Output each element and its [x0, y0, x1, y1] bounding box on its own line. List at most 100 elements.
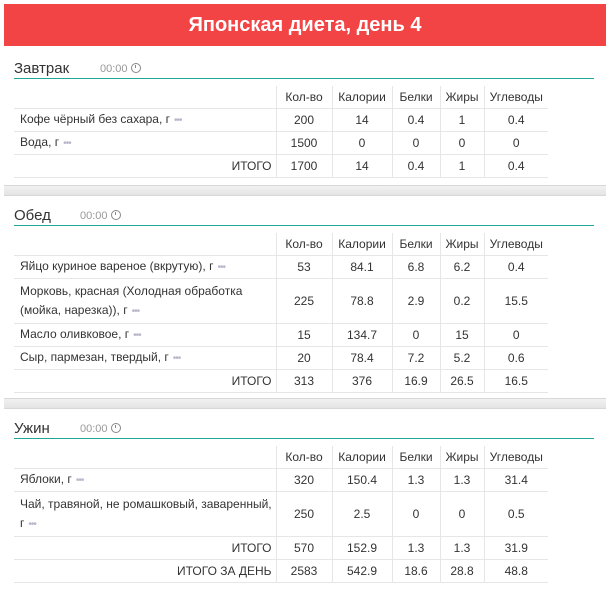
- clock-icon[interactable]: [110, 423, 121, 433]
- col-calories: Калории: [331, 86, 392, 109]
- table-row: Вода, г ••• 1500 0 0 0 0: [14, 131, 548, 155]
- meal-name: Ужин: [14, 420, 50, 437]
- col-qty: Кол-во: [275, 86, 332, 109]
- col-carbs: Углеводы: [483, 86, 548, 109]
- table-row: Яйцо куриное вареное (вкрутую), г ••• 53 …: [14, 255, 548, 279]
- total-row: ИТОГО 1700 14 0.4 1 0.4: [14, 154, 548, 178]
- qty-cell: 200: [275, 108, 332, 132]
- carbs-cell: 0.6: [483, 346, 548, 370]
- meal-time[interactable]: 00:00: [100, 63, 141, 75]
- more-dots-icon[interactable]: •••: [76, 475, 84, 486]
- more-dots-icon[interactable]: •••: [63, 138, 71, 149]
- food-name-cell: Масло оливковое, г •••: [14, 323, 276, 347]
- meal-time[interactable]: 00:00: [80, 423, 121, 435]
- carbs-cell: 0: [483, 323, 548, 347]
- more-dots-icon[interactable]: •••: [174, 115, 182, 126]
- meal-breakfast: Завтрак 00:00 Кол-во Калории Белки Жиры …: [4, 56, 606, 184]
- section-divider: [4, 398, 606, 409]
- meal-time[interactable]: 00:00: [80, 210, 121, 222]
- qty-cell: 1500: [275, 131, 332, 155]
- carbs-cell: 0.4: [483, 255, 548, 279]
- meal-dinner: Ужин 00:00 Кол-во Калории Белки Жиры Угл…: [4, 416, 606, 592]
- day-total-row: ИТОГО ЗА ДЕНЬ 2583 542.9 18.6 28.8 48.8: [14, 559, 548, 583]
- food-name[interactable]: Вода, г: [20, 135, 59, 149]
- total-protein: 0.4: [391, 154, 440, 178]
- table-row: Сыр, пармезан, твердый, г ••• 20 78.4 7.2…: [14, 346, 548, 370]
- meal-name: Завтрак: [14, 60, 70, 77]
- qty-cell: 53: [275, 255, 332, 279]
- food-name-cell: Сыр, пармезан, твердый, г •••: [14, 346, 276, 370]
- col-fat: Жиры: [439, 86, 484, 109]
- total-carbs: 16.5: [483, 369, 548, 393]
- calories-cell: 78.8: [331, 278, 392, 324]
- col-qty: Кол-во: [275, 233, 332, 256]
- total-carbs: 31.9: [483, 536, 548, 560]
- more-dots-icon[interactable]: •••: [133, 330, 141, 341]
- calories-cell: 134.7: [331, 323, 392, 347]
- total-qty: 313: [275, 369, 332, 393]
- meal-title-row: Завтрак 00:00: [14, 56, 594, 79]
- protein-cell: 1.3: [391, 468, 440, 492]
- table-header-row: Кол-во Калории Белки Жиры Углеводы: [14, 446, 548, 469]
- protein-cell: 0: [391, 491, 440, 537]
- food-name[interactable]: Сыр, пармезан, твердый, г: [20, 350, 169, 364]
- table-header-row: Кол-во Калории Белки Жиры Углеводы: [14, 86, 548, 109]
- table-row: Кофе чёрный без сахара, г ••• 200 14 0.4 …: [14, 108, 548, 132]
- col-calories: Калории: [331, 446, 392, 469]
- total-calories: 14: [331, 154, 392, 178]
- total-protein: 1.3: [391, 536, 440, 560]
- carbs-cell: 0.5: [483, 491, 548, 537]
- fat-cell: 0: [439, 491, 484, 537]
- meal-name: Обед: [14, 207, 51, 224]
- meal-time-value: 00:00: [80, 423, 108, 435]
- food-name[interactable]: Чай, травяной, не ромашковый, заваренный…: [20, 497, 272, 530]
- carbs-cell: 15.5: [483, 278, 548, 324]
- total-fat: 26.5: [439, 369, 484, 393]
- meal-table: Кол-во Калории Белки Жиры Углеводы Яйцо …: [14, 233, 548, 393]
- meal-title-row: Ужин 00:00: [14, 416, 594, 439]
- total-label: ИТОГО: [14, 536, 276, 560]
- food-name[interactable]: Яблоки, г: [20, 472, 72, 486]
- more-dots-icon[interactable]: •••: [173, 353, 181, 364]
- col-protein: Белки: [391, 446, 440, 469]
- total-calories: 152.9: [331, 536, 392, 560]
- day-total-label: ИТОГО ЗА ДЕНЬ: [14, 559, 276, 583]
- total-qty: 1700: [275, 154, 332, 178]
- food-name-cell: Чай, травяной, не ромашковый, заваренный…: [14, 491, 276, 537]
- qty-cell: 320: [275, 468, 332, 492]
- table-row: Чай, травяной, не ромашковый, заваренный…: [14, 491, 548, 537]
- more-dots-icon[interactable]: •••: [217, 262, 225, 273]
- section-divider: [4, 185, 606, 196]
- clock-icon[interactable]: [130, 63, 141, 73]
- food-name-cell: Яблоки, г •••: [14, 468, 276, 492]
- total-label: ИТОГО: [14, 154, 276, 178]
- total-calories: 376: [331, 369, 392, 393]
- fat-cell: 1: [439, 108, 484, 132]
- more-dots-icon[interactable]: •••: [132, 306, 140, 317]
- carbs-cell: 0.4: [483, 108, 548, 132]
- food-name[interactable]: Кофе чёрный без сахара, г: [20, 112, 170, 126]
- calories-cell: 150.4: [331, 468, 392, 492]
- clock-icon[interactable]: [110, 210, 121, 220]
- table-row: Яблоки, г ••• 320 150.4 1.3 1.3 31.4: [14, 468, 548, 492]
- day-total-carbs: 48.8: [483, 559, 548, 583]
- page-title: Японская диета, день 4: [4, 4, 606, 46]
- calories-cell: 84.1: [331, 255, 392, 279]
- more-dots-icon[interactable]: •••: [28, 519, 36, 530]
- col-qty: Кол-во: [275, 446, 332, 469]
- day-total-qty: 2583: [275, 559, 332, 583]
- total-carbs: 0.4: [483, 154, 548, 178]
- food-name[interactable]: Яйцо куриное вареное (вкрутую), г: [20, 259, 213, 273]
- total-fat: 1: [439, 154, 484, 178]
- food-name-cell: Вода, г •••: [14, 131, 276, 155]
- qty-cell: 225: [275, 278, 332, 324]
- protein-cell: 0.4: [391, 108, 440, 132]
- food-name[interactable]: Масло оливковое, г: [20, 327, 129, 341]
- col-fat: Жиры: [439, 233, 484, 256]
- protein-cell: 6.8: [391, 255, 440, 279]
- total-row: ИТОГО 313 376 16.9 26.5 16.5: [14, 369, 548, 393]
- qty-cell: 20: [275, 346, 332, 370]
- table-row: Морковь, красная (Холодная обработка (мо…: [14, 278, 548, 324]
- calories-cell: 2.5: [331, 491, 392, 537]
- meal-title-row: Обед 00:00: [14, 203, 594, 226]
